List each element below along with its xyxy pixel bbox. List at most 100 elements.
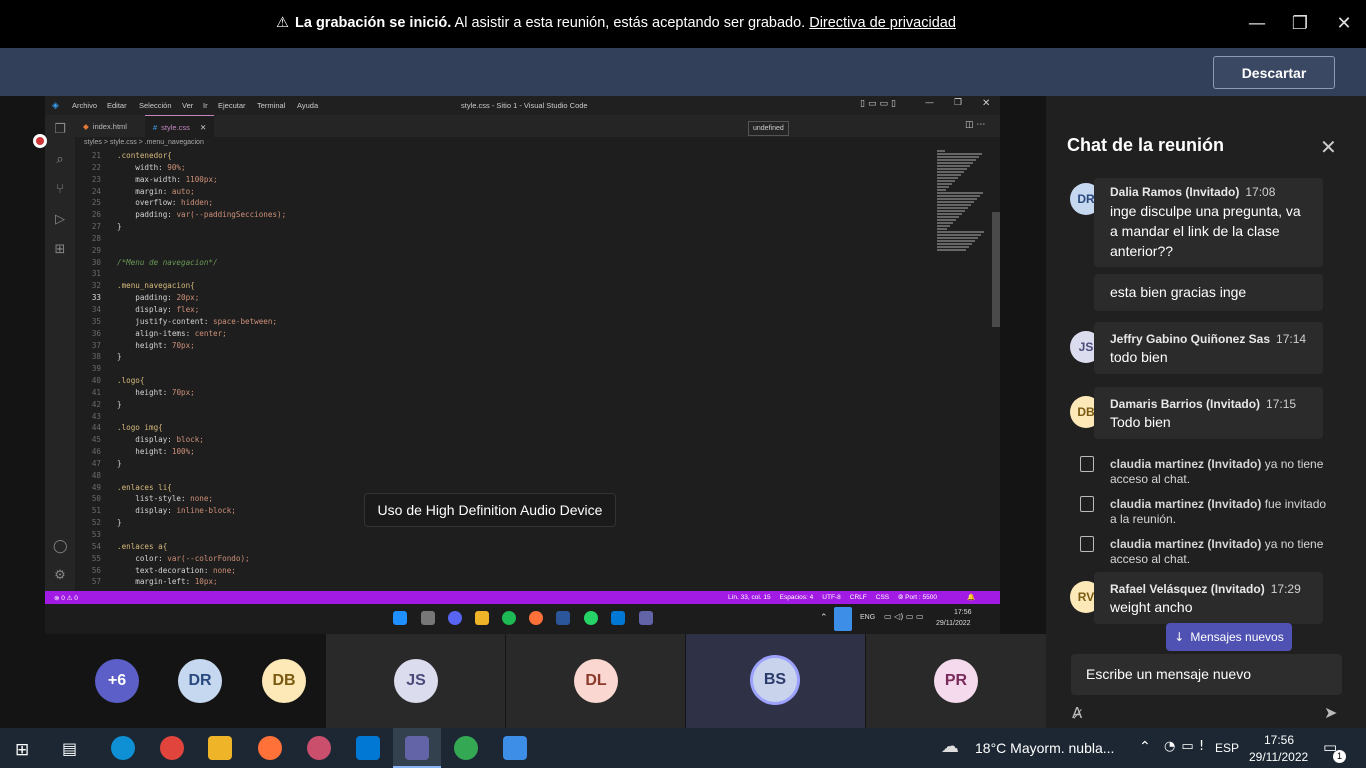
code-line[interactable]: 21 .contenedor{: [84, 150, 934, 162]
participant-avatar[interactable]: DB: [262, 659, 306, 703]
code-line[interactable]: 57 margin-left: 10px;: [84, 576, 934, 588]
code-line[interactable]: 48: [84, 470, 934, 482]
code-line[interactable]: 42}: [84, 399, 934, 411]
menu-terminal[interactable]: Terminal: [257, 101, 285, 110]
close-chat-icon[interactable]: ✕: [1320, 135, 1337, 159]
search-icon[interactable]: ⌕: [53, 153, 67, 167]
code-line[interactable]: 22 width: 90%;: [84, 162, 934, 174]
code-line[interactable]: 39: [84, 363, 934, 375]
restore-icon[interactable]: ❐: [1285, 8, 1315, 38]
file-explorer-taskbar-icon[interactable]: [208, 736, 232, 760]
code-line[interactable]: 32 .menu_navegacion{: [84, 280, 934, 292]
photos-icon[interactable]: [503, 736, 527, 760]
vscode-restore-icon[interactable]: ❐: [954, 98, 962, 108]
menu-ayuda[interactable]: Ayuda: [297, 101, 318, 110]
code-line[interactable]: 29: [84, 245, 934, 257]
vscode-app-icon[interactable]: [356, 736, 380, 760]
task-view-button-icon[interactable]: ▤: [62, 739, 77, 758]
clock-time[interactable]: 17:56: [1264, 733, 1294, 747]
chat-message[interactable]: Damaris Barrios (Invitado) 17:15 Todo bie…: [1094, 387, 1323, 439]
chrome-icon[interactable]: [454, 736, 478, 760]
code-line[interactable]: 53: [84, 529, 934, 541]
problems-count[interactable]: ⊗ 0 ⚠ 0: [54, 594, 78, 602]
new-messages-button[interactable]: ↓ Mensajes nuevos: [1166, 623, 1292, 651]
extensions-icon[interactable]: ⊞: [53, 243, 67, 257]
participant-avatar[interactable]: JS: [394, 659, 438, 703]
chat-message[interactable]: Jeffry Gabino Quiñonez Sas 17:14 todo bie…: [1094, 322, 1323, 374]
clock-date[interactable]: 29/11/2022: [1249, 750, 1308, 764]
explorer-icon[interactable]: ❐: [53, 123, 67, 137]
code-line[interactable]: 46 height: 100%;: [84, 446, 934, 458]
close-tab-icon[interactable]: ✕: [200, 123, 206, 132]
weather-icon[interactable]: ☁: [941, 736, 959, 757]
code-line[interactable]: 35 justify-content: space-between;: [84, 316, 934, 328]
code-line[interactable]: 34 display: flex;: [84, 304, 934, 316]
run-debug-icon[interactable]: ▷: [53, 213, 67, 227]
privacy-policy-link[interactable]: Directiva de privacidad: [809, 15, 956, 31]
layout-icons[interactable]: ▯▭▭▯: [860, 99, 899, 109]
language-indicator[interactable]: ESP: [1215, 741, 1239, 755]
code-line[interactable]: 23 max-width: 1100px;: [84, 174, 934, 186]
message-input[interactable]: Escribe un mensaje nuevo: [1086, 666, 1251, 682]
firefox-taskbar-icon[interactable]: [258, 736, 282, 760]
minimap[interactable]: [937, 150, 992, 260]
code-line[interactable]: 28: [84, 233, 934, 245]
code-line[interactable]: 38}: [84, 351, 934, 363]
close-icon[interactable]: ✕: [1329, 8, 1359, 38]
status-info[interactable]: Lín. 33, col. 15 Espacios: 4 UTF-8 CRLF …: [728, 594, 937, 602]
code-line[interactable]: 37 height: 70px;: [84, 340, 934, 352]
more-participants-avatar[interactable]: +6: [95, 659, 139, 703]
app-icon[interactable]: [307, 736, 331, 760]
menu-ejecutar[interactable]: Ejecutar: [218, 101, 246, 110]
gear-icon[interactable]: ⚙: [53, 569, 67, 583]
teams-app-icon[interactable]: [405, 736, 429, 760]
code-line[interactable]: 30 /*Menu de navegacion*/: [84, 257, 934, 269]
code-line[interactable]: 24 margin: auto;: [84, 186, 934, 198]
chat-message[interactable]: esta bien gracias inge: [1094, 274, 1323, 311]
tab-style-css[interactable]: # style.css ✕: [145, 115, 215, 138]
code-line[interactable]: 41 height: 70px;: [84, 387, 934, 399]
format-icon[interactable]: A̷: [1072, 704, 1082, 722]
minimize-icon[interactable]: —: [1242, 8, 1272, 38]
code-line[interactable]: 31: [84, 268, 934, 280]
menu-archivo[interactable]: Archivo: [72, 101, 97, 110]
code-line[interactable]: 26 padding: var(--paddingSecciones);: [84, 209, 934, 221]
editor-scrollbar[interactable]: [992, 212, 1000, 327]
edge-icon[interactable]: [111, 736, 135, 760]
code-line[interactable]: 49 .enlaces li{: [84, 482, 934, 494]
code-line[interactable]: 27}: [84, 221, 934, 233]
code-line[interactable]: 36 align-items: center;: [84, 328, 934, 340]
participant-avatar[interactable]: DR: [178, 659, 222, 703]
menu-seleccion[interactable]: Selección: [139, 101, 172, 110]
code-line[interactable]: 54 .enlaces a{: [84, 541, 934, 553]
code-line[interactable]: 55 color: var(--colorFondo);: [84, 553, 934, 565]
split-editor-icon[interactable]: ◫ ⋯: [965, 120, 985, 130]
code-line[interactable]: 40 .logo{: [84, 375, 934, 387]
windows-start-button-icon[interactable]: ⊞: [15, 740, 29, 760]
tab-index-html[interactable]: ◆ index.html: [75, 115, 135, 137]
send-icon[interactable]: ➤: [1324, 703, 1337, 722]
menu-ver[interactable]: Ver: [182, 101, 193, 110]
tray-system-icons[interactable]: ◔▭ǃ: [1164, 739, 1209, 754]
participant-avatar[interactable]: DL: [574, 659, 618, 703]
notification-bell-icon[interactable]: 🔔: [967, 593, 975, 601]
speaking-participant-avatar[interactable]: BS: [753, 658, 797, 702]
code-line[interactable]: 43: [84, 411, 934, 423]
code-line[interactable]: 45 display: block;: [84, 434, 934, 446]
chat-message[interactable]: Rafael Velásquez (Invitado) 17:29 weight …: [1094, 572, 1323, 624]
source-control-icon[interactable]: ⑂: [53, 183, 67, 197]
code-line[interactable]: 25 overflow: hidden;: [84, 197, 934, 209]
chrome-profile-icon[interactable]: [160, 736, 184, 760]
code-line[interactable]: 44 .logo img{: [84, 422, 934, 434]
vscode-close-icon[interactable]: ✕: [982, 98, 990, 109]
breadcrumb[interactable]: styles > style.css > .menu_navegacion: [84, 139, 204, 146]
code-line[interactable]: 47}: [84, 458, 934, 470]
participant-avatar[interactable]: PR: [934, 659, 978, 703]
weather-text[interactable]: 18°C Mayorm. nubla...: [975, 740, 1114, 756]
code-line[interactable]: 33 padding: 20px;: [84, 292, 934, 304]
menu-editar[interactable]: Editar: [107, 101, 127, 110]
account-icon[interactable]: ◯: [53, 540, 68, 554]
menu-ir[interactable]: Ir: [203, 101, 208, 110]
vscode-minimize-icon[interactable]: —: [925, 98, 934, 108]
chat-message[interactable]: Dalia Ramos (Invitado) 17:08 inge disculp…: [1094, 178, 1323, 267]
